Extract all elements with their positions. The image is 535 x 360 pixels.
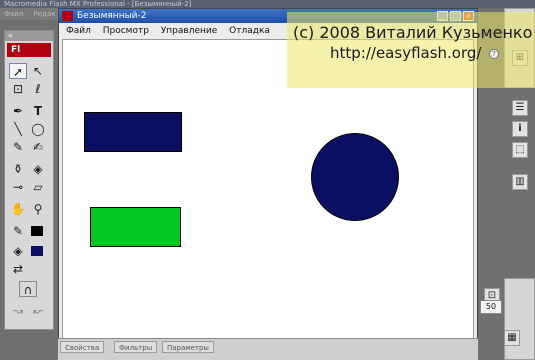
- tools-panel: « Fl ➚ ↖ ⊡ ℓ ✒ T ╲ ◯ ✎ ✍ ⚱ ◈ ⊸ ▱ ✋ ⚲ ✎ ◈…: [4, 30, 54, 330]
- zoom-field[interactable]: 50: [480, 300, 502, 314]
- ink-bottle-icon[interactable]: ⚱: [9, 161, 27, 177]
- watermark-url: http://easyflash.org/: [330, 44, 482, 62]
- stroke-color-icon[interactable]: ✎: [9, 223, 27, 239]
- pen-icon[interactable]: ✒: [9, 103, 27, 119]
- app-title-bar: Macromedia Flash MX Professional - [Безы…: [0, 0, 535, 8]
- flash-logo: Fl: [7, 43, 51, 57]
- scene-icon[interactable]: ▦: [504, 330, 520, 346]
- menu-debug[interactable]: Отладка: [229, 26, 270, 36]
- help-icon[interactable]: ?: [489, 49, 499, 59]
- eyedropper-icon[interactable]: ⊸: [9, 179, 27, 195]
- tab-filters[interactable]: Фильтры: [114, 341, 158, 353]
- free-transform-icon[interactable]: ⊡: [9, 81, 27, 97]
- tab-properties[interactable]: Свойства: [60, 341, 105, 353]
- zoom-icon[interactable]: ⚲: [29, 201, 47, 217]
- menu-file[interactable]: Файл: [66, 26, 91, 36]
- stroke-swatch[interactable]: [31, 246, 43, 256]
- transform-icon[interactable]: ⬚: [512, 142, 528, 158]
- blue-circle[interactable]: [311, 133, 399, 221]
- straighten-icon[interactable]: ↜: [29, 303, 47, 319]
- hand-icon[interactable]: ✋: [9, 201, 27, 217]
- smooth-icon[interactable]: ↝: [9, 303, 27, 319]
- app-menu-bar: Файл Редак: [0, 8, 60, 20]
- paint-bucket-icon[interactable]: ◈: [29, 161, 47, 177]
- fill-color-icon[interactable]: ◈: [9, 243, 27, 259]
- grid-panel-icon[interactable]: ☰: [512, 100, 528, 116]
- app-menu-edit[interactable]: Редак: [34, 10, 56, 18]
- green-rectangle[interactable]: [90, 207, 181, 247]
- right-panel-bottom-block: [504, 278, 535, 360]
- swap-colors-icon[interactable]: ⇄: [9, 261, 27, 277]
- info-icon[interactable]: i: [512, 121, 528, 137]
- watermark-copyright: (c) 2008 Виталий Кузьменко: [293, 23, 533, 42]
- pencil-icon[interactable]: ✎: [9, 139, 27, 155]
- properties-panel-bar: Свойства Фильтры Параметры: [58, 338, 478, 360]
- tools-panel-grip[interactable]: «: [5, 31, 53, 41]
- subselect-icon[interactable]: ↖: [29, 63, 47, 79]
- brush-icon[interactable]: ✍: [29, 139, 47, 155]
- library-icon[interactable]: ▥: [512, 174, 528, 190]
- tab-parameters[interactable]: Параметры: [162, 341, 214, 353]
- blue-rectangle[interactable]: [84, 112, 182, 152]
- app-menu-file[interactable]: Файл: [4, 10, 23, 18]
- oval-icon[interactable]: ◯: [29, 121, 47, 137]
- magnet-icon[interactable]: ∩: [19, 281, 37, 297]
- fill-swatch[interactable]: [31, 226, 43, 236]
- document-logo-icon: [62, 11, 73, 21]
- lasso-icon[interactable]: ℓ: [29, 81, 47, 97]
- line-icon[interactable]: ╲: [9, 121, 27, 137]
- arrow-icon[interactable]: ➚: [9, 63, 27, 79]
- menu-view[interactable]: Просмотр: [103, 26, 149, 36]
- text-icon[interactable]: T: [29, 103, 47, 119]
- eraser-icon[interactable]: ▱: [29, 179, 47, 195]
- menu-control[interactable]: Управление: [161, 26, 217, 36]
